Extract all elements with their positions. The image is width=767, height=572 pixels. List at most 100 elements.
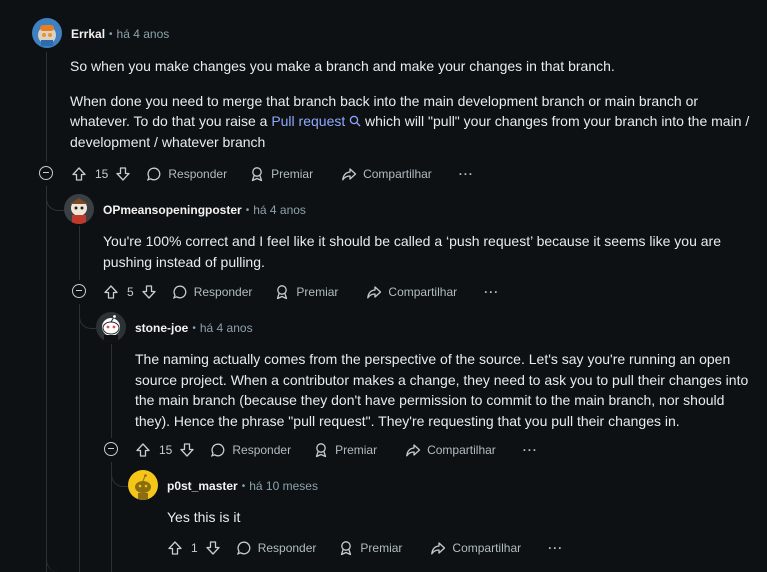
- comment-body: The naming actually comes from the persp…: [135, 349, 760, 445]
- award-icon: [315, 443, 327, 458]
- link-text: Pull request: [271, 113, 346, 129]
- timestamp[interactable]: há 4 anos: [117, 27, 170, 41]
- share-label: Compartilhar: [427, 443, 496, 457]
- arrow-down-icon: [206, 541, 220, 555]
- arrow-down-icon: [180, 443, 195, 457]
- vote-count: 15: [159, 443, 173, 457]
- share-button[interactable]: Compartilhar: [366, 284, 457, 300]
- reply-button[interactable]: Responder: [236, 540, 317, 556]
- share-icon: [406, 444, 421, 457]
- thread-line[interactable]: [79, 304, 80, 572]
- award-label: Premiar: [335, 443, 378, 457]
- reply-button[interactable]: Responder: [146, 166, 227, 182]
- paragraph: When done you need to merge that branch …: [70, 91, 760, 153]
- pull-request-link[interactable]: Pull request: [271, 113, 361, 129]
- arrow-up-icon: [168, 541, 182, 555]
- vote-count: 1: [191, 541, 198, 555]
- award-label: Premiar: [271, 167, 314, 181]
- comment-actions: 15 Responder Premiar Compartilhar ···: [71, 163, 474, 185]
- downvote-button[interactable]: [115, 166, 131, 182]
- share-label: Compartilhar: [452, 541, 522, 555]
- award-button[interactable]: Premiar: [274, 284, 338, 300]
- upvote-button[interactable]: [71, 166, 87, 182]
- thread-line[interactable]: [46, 52, 47, 162]
- upvote-button[interactable]: [103, 284, 119, 300]
- thread-connector: [46, 548, 97, 572]
- collapse-button[interactable]: [72, 284, 86, 298]
- upvote-button[interactable]: [135, 442, 151, 458]
- award-label: Premiar: [360, 541, 403, 555]
- share-button[interactable]: Compartilhar: [405, 442, 496, 458]
- reply-button[interactable]: Responder: [172, 284, 253, 300]
- award-icon: [251, 167, 263, 182]
- chat-bubble-icon: [236, 541, 251, 555]
- downvote-button[interactable]: [205, 540, 221, 556]
- timestamp[interactable]: há 10 meses: [249, 479, 318, 493]
- comment-header: p0st_master • há 10 meses: [167, 479, 318, 493]
- award-button[interactable]: Premiar: [249, 166, 313, 182]
- more-options-button[interactable]: ···: [459, 167, 474, 181]
- separator-dot: •: [192, 322, 196, 334]
- share-label: Compartilhar: [388, 285, 458, 299]
- share-icon: [367, 286, 382, 299]
- timestamp[interactable]: há 4 anos: [253, 203, 306, 217]
- separator-dot: •: [241, 480, 246, 492]
- thread-connector: [46, 186, 65, 211]
- avatar[interactable]: [96, 312, 126, 342]
- arrow-down-icon: [142, 285, 156, 299]
- search-icon: [349, 115, 361, 127]
- upvote-button[interactable]: [167, 540, 183, 556]
- author-name[interactable]: p0st_master: [167, 479, 238, 493]
- paragraph: Yes this is it: [167, 509, 241, 525]
- author-name[interactable]: stone-joe: [135, 321, 188, 335]
- share-icon: [431, 542, 446, 555]
- arrow-down-icon: [116, 167, 131, 181]
- arrow-up-icon: [72, 167, 86, 181]
- avatar[interactable]: [64, 194, 94, 224]
- author-name[interactable]: OPmeansopeningposter: [103, 203, 242, 217]
- thread-line[interactable]: [46, 186, 47, 572]
- paragraph: So when you make changes you make a bran…: [70, 58, 615, 74]
- arrow-up-icon: [136, 443, 150, 457]
- timestamp[interactable]: há 4 anos: [200, 321, 253, 335]
- award-label: Premiar: [296, 285, 339, 299]
- collapse-button[interactable]: [104, 442, 118, 456]
- arrow-up-icon: [104, 285, 118, 299]
- reply-label: Responder: [232, 443, 292, 457]
- avatar[interactable]: [32, 18, 62, 48]
- comment-body: So when you make changes you make a bran…: [70, 56, 760, 166]
- award-button[interactable]: Premiar: [338, 540, 402, 556]
- award-button[interactable]: Premiar: [313, 442, 377, 458]
- downvote-button[interactable]: [141, 284, 157, 300]
- separator-dot: •: [245, 204, 250, 216]
- downvote-button[interactable]: [179, 442, 195, 458]
- thread-connector: [79, 304, 96, 329]
- share-label: Compartilhar: [363, 167, 432, 181]
- vote-count: 5: [127, 285, 134, 299]
- avatar[interactable]: [128, 470, 158, 500]
- comment-actions: 5 Responder Premiar Compartilhar ···: [103, 281, 499, 303]
- thread-line[interactable]: [79, 226, 80, 280]
- more-options-button[interactable]: ···: [523, 443, 538, 457]
- share-button[interactable]: Compartilhar: [341, 166, 432, 182]
- chat-bubble-icon: [211, 443, 225, 457]
- reply-button[interactable]: Responder: [210, 442, 291, 458]
- share-button[interactable]: Compartilhar: [430, 540, 521, 556]
- reply-label: Responder: [193, 285, 253, 299]
- paragraph: The naming actually comes from the persp…: [135, 351, 749, 429]
- vote-count: 15: [95, 167, 109, 181]
- reply-label: Responder: [168, 167, 228, 181]
- share-icon: [342, 168, 357, 181]
- more-options-button[interactable]: ···: [548, 541, 563, 555]
- comment-body: You're 100% correct and I feel like it s…: [103, 231, 743, 286]
- award-icon: [341, 541, 352, 556]
- reply-label: Responder: [257, 541, 317, 555]
- paragraph: You're 100% correct and I feel like it s…: [103, 233, 721, 270]
- thread-line[interactable]: [111, 344, 112, 438]
- comment-header: stone-joe • há 4 anos: [135, 321, 253, 335]
- author-name[interactable]: Errkal: [71, 27, 105, 41]
- more-options-button[interactable]: ···: [484, 285, 499, 299]
- separator-dot: •: [109, 28, 113, 40]
- award-icon: [277, 285, 288, 300]
- collapse-button[interactable]: [39, 166, 53, 180]
